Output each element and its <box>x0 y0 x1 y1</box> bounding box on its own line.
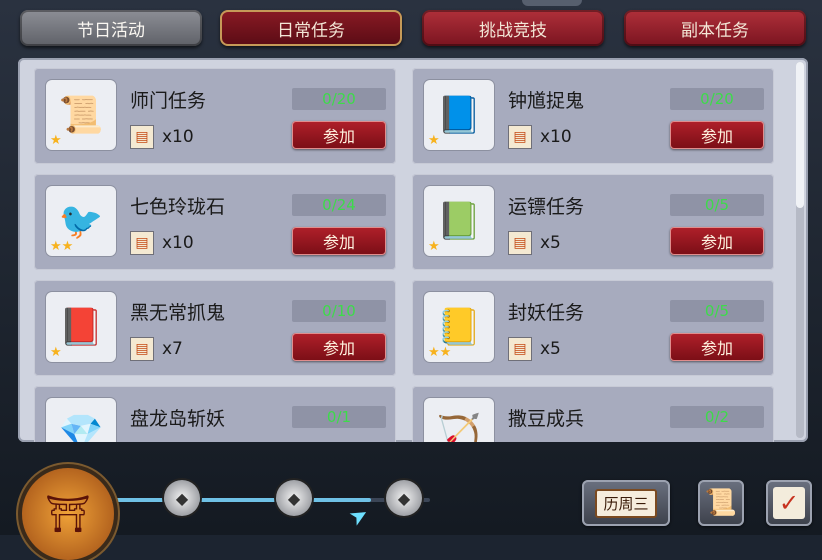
join-button[interactable]: 参加 <box>292 227 386 255</box>
task-name: 撒豆成兵 <box>508 408 585 430</box>
task-card: 🐦 ★★ 七色玲珑石 ▤ x10 0/24 参加 <box>34 174 396 270</box>
task-name: 师门任务 <box>130 90 207 112</box>
tab-challenge[interactable]: 挑战竞技 <box>422 10 604 46</box>
calendar-button[interactable]: 历周三 <box>582 480 670 526</box>
task-progress: 0/20 <box>670 88 764 110</box>
task-card: 📕 ★ 黑无常抓鬼 ▤ x7 0/10 参加 <box>34 280 396 376</box>
star-rating: ★ <box>428 239 440 254</box>
task-progress: 0/5 <box>670 194 764 216</box>
reward-ticket-icon: ▤ <box>130 337 154 361</box>
reward-ticket-icon: ▤ <box>130 231 154 255</box>
reward-ticket-icon: ▤ <box>130 125 154 149</box>
reward-count: x10 <box>162 233 194 253</box>
reward-ticket-icon: ▤ <box>508 125 532 149</box>
star-rating: ★★ <box>50 239 74 254</box>
pavilion-icon[interactable]: ⛩ <box>22 468 114 560</box>
calendar-label: 历周三 <box>595 488 657 518</box>
scroll-button[interactable]: 📜 <box>698 480 744 526</box>
reward-chest-icon[interactable]: ◆ <box>164 480 200 516</box>
task-reward: ▤ x10 <box>508 124 572 150</box>
scroll-icon: 📜 <box>704 488 738 518</box>
task-card: 💎 盘龙岛斩妖 0/1 <box>34 386 396 442</box>
task-card: 📘 ★ 钟馗捉鬼 ▤ x10 0/20 参加 <box>412 68 774 164</box>
progress-pointer-icon: ➤ <box>344 501 374 532</box>
reward-ticket-icon: ▤ <box>508 337 532 361</box>
task-card: 📒 ★★ 封妖任务 ▤ x5 0/5 参加 <box>412 280 774 376</box>
tab-dungeon-tasks[interactable]: 副本任务 <box>624 10 806 46</box>
scrollbar[interactable] <box>796 62 804 438</box>
join-button[interactable]: 参加 <box>292 121 386 149</box>
arrows-icon: 🏹 <box>424 398 494 442</box>
star-rating: ★ <box>428 133 440 148</box>
task-name: 盘龙岛斩妖 <box>130 408 226 430</box>
join-button[interactable]: 参加 <box>292 333 386 361</box>
checklist-icon: ✓ <box>772 487 806 519</box>
task-reward: ▤ x10 <box>130 230 194 256</box>
reward-chest-icon[interactable]: ◆ <box>386 480 422 516</box>
activity-progress-fill <box>100 498 371 502</box>
tab-bar: 节日活动 日常任务 挑战竞技 副本任务 <box>20 10 810 48</box>
star-rating: ★ <box>50 133 62 148</box>
task-reward: ▤ x7 <box>130 336 183 362</box>
reward-count: x10 <box>162 127 194 147</box>
task-progress: 0/10 <box>292 300 386 322</box>
star-rating: ★ <box>50 345 62 360</box>
task-reward: ▤ x5 <box>508 336 561 362</box>
tab-festival-events[interactable]: 节日活动 <box>20 10 202 46</box>
gems-icon: 💎 <box>46 398 116 442</box>
activity-progress-track <box>100 498 430 502</box>
task-progress: 0/24 <box>292 194 386 216</box>
task-card: 📗 ★ 运镖任务 ▤ x5 0/5 参加 <box>412 174 774 270</box>
star-rating: ★★ <box>428 345 452 360</box>
bottom-bar: ⛩ ◆ ◆ ◆ ➤ 历周三 📜 ✓ <box>0 452 822 560</box>
task-name: 封妖任务 <box>508 302 585 324</box>
reward-count: x10 <box>540 127 572 147</box>
task-name: 钟馗捉鬼 <box>508 90 585 112</box>
reward-count: x5 <box>540 233 561 253</box>
reward-count: x5 <box>540 339 561 359</box>
task-reward: ▤ x5 <box>508 230 561 256</box>
task-progress: 0/5 <box>670 300 764 322</box>
reward-count: x7 <box>162 339 183 359</box>
task-name: 黑无常抓鬼 <box>130 302 226 324</box>
task-card: 📜 ★ 师门任务 ▤ x10 0/20 参加 <box>34 68 396 164</box>
reward-ticket-icon: ▤ <box>508 231 532 255</box>
task-list-panel[interactable]: 📜 ★ 师门任务 ▤ x10 0/20 参加 📘 ★ 钟馗捉鬼 ▤ x10 0/… <box>18 58 808 442</box>
notes-button[interactable]: ✓ <box>766 480 812 526</box>
task-name: 运镖任务 <box>508 196 585 218</box>
task-name: 七色玲珑石 <box>130 196 226 218</box>
task-card: 🏹 撒豆成兵 0/2 <box>412 386 774 442</box>
reward-chest-icon[interactable]: ◆ <box>276 480 312 516</box>
join-button[interactable]: 参加 <box>670 333 764 361</box>
join-button[interactable]: 参加 <box>670 121 764 149</box>
join-button[interactable]: 参加 <box>670 227 764 255</box>
task-reward: ▤ x10 <box>130 124 194 150</box>
tab-daily-tasks[interactable]: 日常任务 <box>220 10 402 46</box>
task-progress: 0/2 <box>670 406 764 428</box>
scroll-thumb[interactable] <box>796 62 804 208</box>
task-progress: 0/20 <box>292 88 386 110</box>
top-handle <box>522 0 582 6</box>
task-progress: 0/1 <box>292 406 386 428</box>
